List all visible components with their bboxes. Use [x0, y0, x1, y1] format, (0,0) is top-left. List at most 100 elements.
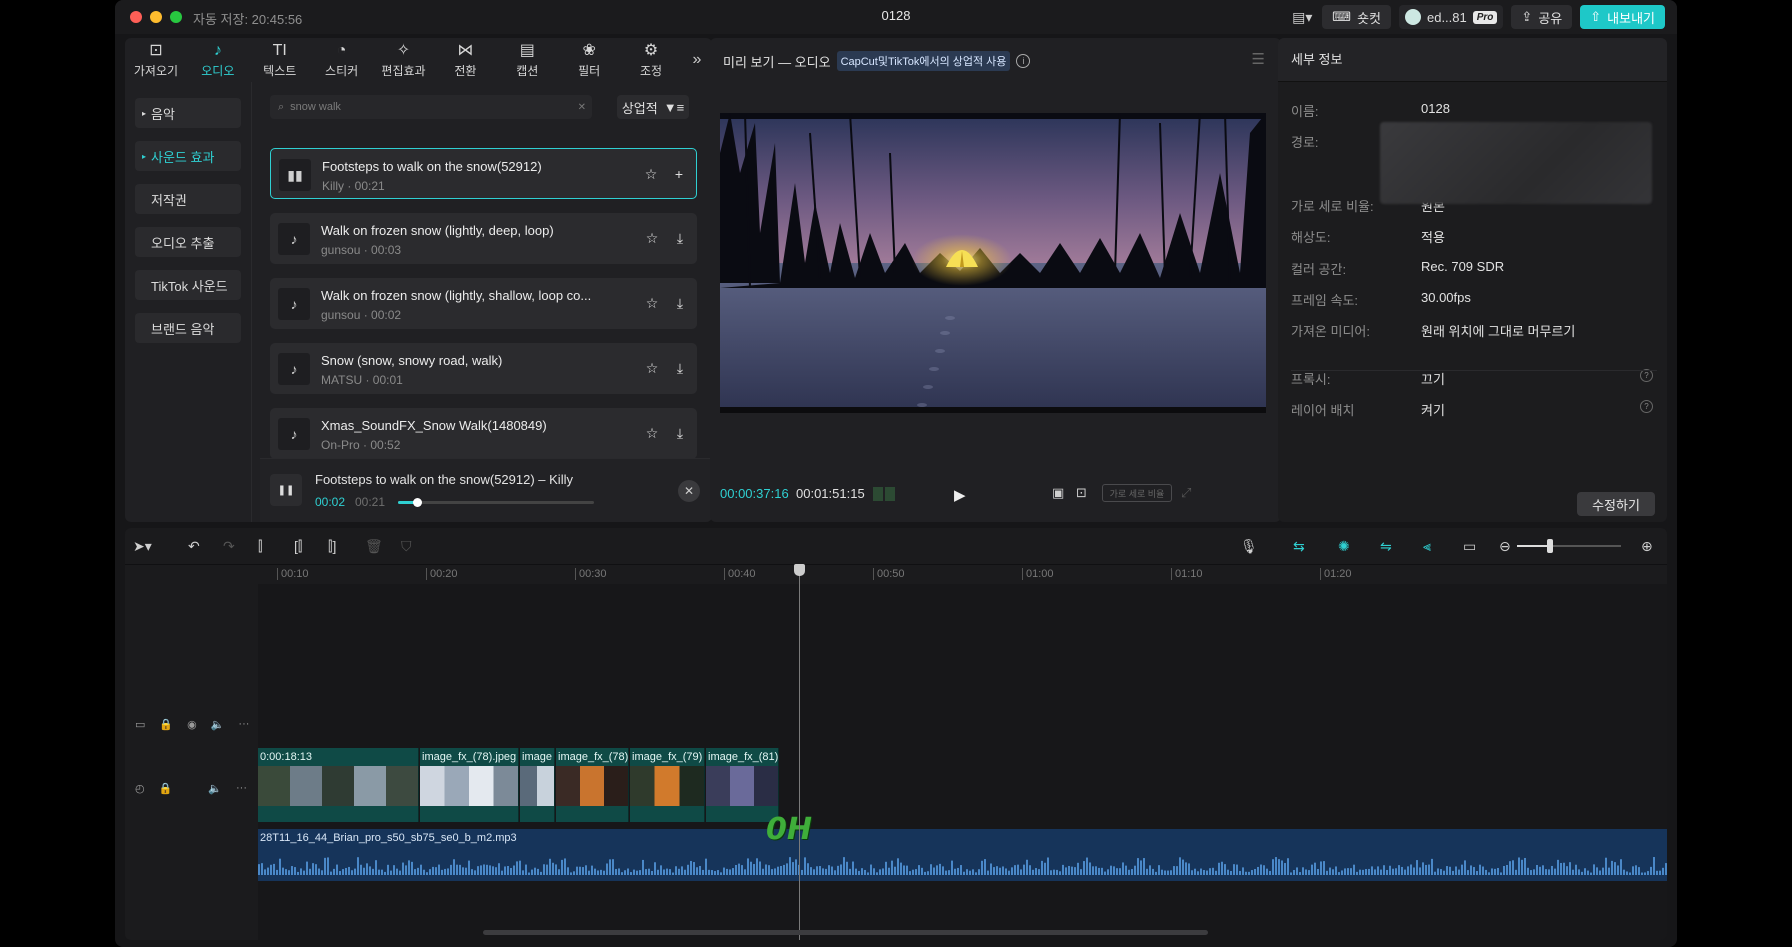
sound-item[interactable]: ♪ Walk on frozen snow (lightly, deep, loo…	[270, 213, 697, 264]
video-clip[interactable]: image_fx_(78).jpeg	[420, 748, 519, 822]
minimize-window-button[interactable]	[150, 11, 162, 23]
play-button[interactable]: ▶	[954, 486, 966, 504]
fullscreen-icon[interactable]: ⤢	[1181, 485, 1191, 501]
category-item[interactable]: 저작권	[135, 184, 241, 214]
main-track-link-icon[interactable]: ⇆	[1293, 538, 1305, 555]
more-tabs-icon[interactable]: »	[682, 38, 712, 82]
microphone-icon[interactable]: 🎙	[1240, 538, 1258, 555]
shield-icon[interactable]: ⛉	[401, 538, 412, 555]
user-menu[interactable]: ed...81 Pro	[1398, 5, 1504, 29]
delete-icon[interactable]: 🗑	[365, 538, 383, 555]
tab-filter[interactable]: ❀ 필터	[558, 38, 620, 82]
tracks-area[interactable]: image_fx_(81). image_fx_(79) image_fx_(78)…	[258, 584, 1667, 940]
speaker-icon[interactable]: 🔈	[211, 718, 225, 731]
video-clip[interactable]: image_fx_(79)	[630, 748, 705, 822]
sound-item[interactable]: ♪ Walk on frozen snow (lightly, shallow, …	[270, 278, 697, 329]
sound-item[interactable]: ♪ Snow (snow, snowy road, walk) MATSU · 00…	[270, 343, 697, 394]
favorite-icon[interactable]: ☆	[643, 229, 661, 247]
sound-item[interactable]: ♪ Xmas_SoundFX_Snow Walk(1480849) On-Pro ·…	[270, 408, 697, 459]
favorite-icon[interactable]: ☆	[643, 294, 661, 312]
more-icon[interactable]: ···	[238, 718, 249, 731]
preview-axis-icon[interactable]: ⫷	[1423, 538, 1431, 555]
waveform-bar	[1305, 869, 1307, 875]
edit-button[interactable]: 수정하기	[1577, 492, 1655, 516]
tab-caption[interactable]: ▤ 캡션	[496, 38, 558, 82]
link-icon[interactable]: ⇋	[1380, 538, 1392, 555]
download-icon[interactable]: ⤓	[671, 294, 689, 312]
category-item[interactable]: 브랜드 음악	[135, 313, 241, 343]
category-item[interactable]: TikTok 사운드	[135, 270, 241, 300]
add-icon[interactable]: +	[670, 165, 688, 183]
favorite-icon[interactable]: ☆	[643, 424, 661, 442]
tab-import[interactable]: ⊡ 가져오기	[125, 38, 187, 82]
close-window-button[interactable]	[130, 11, 142, 23]
clear-search-icon[interactable]: ✕	[578, 102, 586, 113]
zoom-in-icon[interactable]: ⊕	[1641, 538, 1653, 555]
category-item[interactable]: 오디오 추출	[135, 227, 241, 257]
playhead[interactable]	[799, 564, 800, 940]
zoom-handle[interactable]	[1547, 539, 1553, 553]
tab-sticker[interactable]: ◔ 스티커	[311, 38, 373, 82]
timecode-format-icon[interactable]: ▣	[1052, 485, 1064, 501]
cover-icon[interactable]: ▭	[135, 718, 145, 731]
more-icon[interactable]: ···	[236, 782, 247, 795]
tab-transition[interactable]: ⋈ 전환	[434, 38, 496, 82]
lock-icon[interactable]: 🔒	[159, 782, 173, 795]
playback-progress[interactable]	[398, 498, 594, 507]
waveform-bar	[1212, 867, 1214, 875]
lock-icon[interactable]: 🔒	[159, 718, 173, 731]
zoom-slider[interactable]	[1517, 539, 1621, 553]
playback-handle[interactable]	[412, 498, 422, 507]
help-icon[interactable]: ?	[1640, 400, 1653, 413]
sound-item[interactable]: ▮▮ Footsteps to walk on the snow(52912) Ki…	[270, 148, 697, 199]
undo-icon[interactable]: ↶	[188, 538, 200, 555]
speaker-icon[interactable]: 🔈	[208, 782, 222, 795]
commercial-filter-button[interactable]: 상업적 ▼≡	[617, 95, 689, 119]
tab-effects[interactable]: ✧ 편집효과	[373, 38, 435, 82]
waveform-bar	[1095, 866, 1097, 875]
waveform-bar	[1014, 865, 1016, 875]
split-icon[interactable]: ⫿	[258, 538, 262, 555]
select-tool-icon[interactable]: ➤▾	[133, 538, 152, 555]
trim-right-icon[interactable]: ⫿]	[328, 538, 336, 555]
redo-icon[interactable]: ↷	[223, 538, 235, 555]
video-clip[interactable]: image	[520, 748, 555, 822]
category-item[interactable]: ▸ 음악	[135, 98, 241, 128]
waveform-bar	[588, 870, 590, 875]
download-icon[interactable]: ⤓	[671, 229, 689, 247]
pause-button[interactable]: ❚❚	[270, 474, 302, 506]
video-clip[interactable]: 0:00:18:13	[258, 748, 419, 822]
aspect-ratio-button[interactable]: 가로 세로 비율	[1102, 484, 1172, 502]
thumbnail-icon[interactable]: ▭	[1463, 538, 1476, 555]
tab-audio[interactable]: ♪ 오디오	[187, 38, 249, 82]
info-icon[interactable]: i	[1016, 54, 1031, 68]
search-input[interactable]: ⌕ snow walk ✕	[270, 95, 592, 119]
eye-icon[interactable]: ◉	[187, 718, 197, 731]
timeline-scrollbar[interactable]	[483, 930, 1208, 935]
audio-clip[interactable]: 28T11_16_44_Brian_pro_s50_sb75_se0_b_m2.…	[258, 829, 1667, 881]
shortcut-button[interactable]: ⌨ 숏컷	[1322, 5, 1391, 29]
sticker-icon: ◔	[336, 41, 347, 59]
time-ruler[interactable]: 00:10 00:20 00:30 00:40 00:50 01:00 01:10 01:20	[125, 564, 1667, 584]
close-player-button[interactable]: ✕	[678, 480, 700, 502]
crop-icon[interactable]: ⊡	[1076, 485, 1087, 501]
favorite-icon[interactable]: ☆	[642, 165, 660, 183]
zoom-window-button[interactable]	[170, 11, 182, 23]
playhead-handle[interactable]	[794, 564, 805, 576]
download-icon[interactable]: ⤓	[671, 359, 689, 377]
layout-icon[interactable]: ▤▾	[1290, 6, 1314, 28]
video-clip[interactable]: image_fx_(81).	[706, 748, 779, 822]
download-icon[interactable]: ⤓	[671, 424, 689, 442]
trim-left-icon[interactable]: [⫿	[294, 538, 302, 555]
category-item[interactable]: ▸ 사운드 효과	[135, 141, 241, 171]
tab-adjust[interactable]: ⚙ 조정	[620, 38, 682, 82]
video-clip[interactable]: image_fx_(78)	[556, 748, 629, 822]
tab-text[interactable]: TI 텍스트	[249, 38, 311, 82]
export-button[interactable]: ⇧ 내보내기	[1580, 5, 1665, 29]
favorite-icon[interactable]: ☆	[643, 359, 661, 377]
snap-icon[interactable]: ✺	[1338, 538, 1350, 555]
share-button[interactable]: ⇪ 공유	[1511, 5, 1573, 29]
menu-icon[interactable]: ☰	[1252, 50, 1265, 68]
zoom-out-icon[interactable]: ⊖	[1499, 538, 1511, 555]
waveform-bar	[1452, 870, 1454, 875]
